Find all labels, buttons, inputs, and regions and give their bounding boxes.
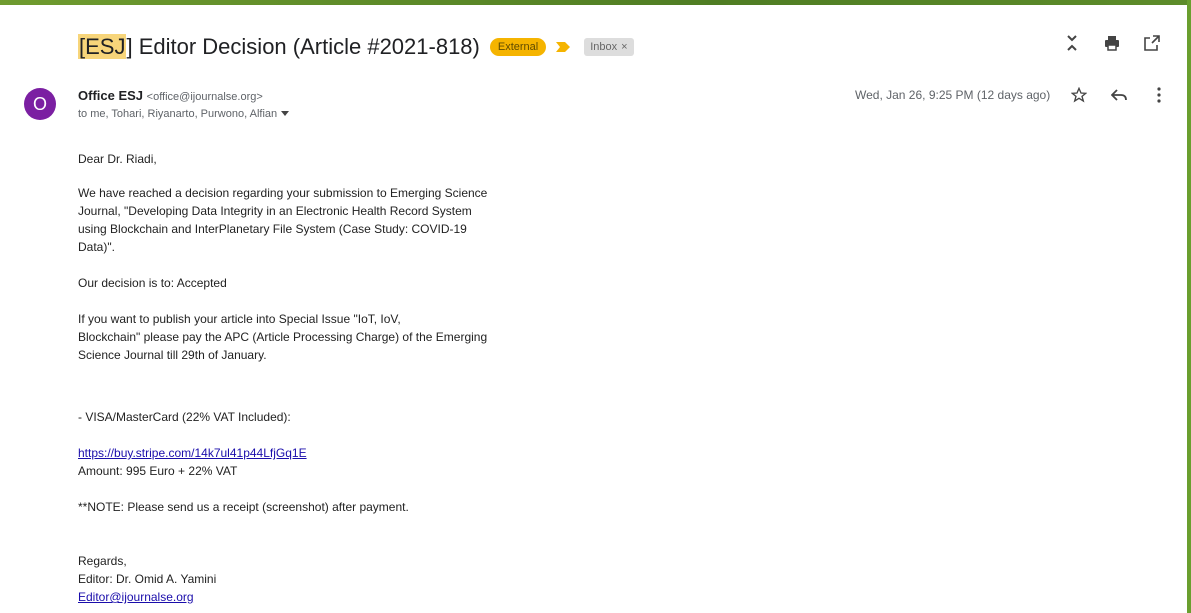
- body-line: Journal, "Developing Data Integrity in a…: [78, 204, 472, 218]
- sender-name[interactable]: Office ESJ: [78, 88, 143, 103]
- editor-line: Editor: Dr. Omid A. Yamini: [78, 572, 217, 586]
- message-body: Dear Dr. Riadi, We have reached a decisi…: [78, 150, 538, 606]
- star-icon[interactable]: [1070, 86, 1088, 104]
- sender-line: Office ESJ <office@ijournalse.org>: [78, 88, 263, 103]
- chevron-down-icon[interactable]: [281, 111, 290, 117]
- recipients-text: to me, Tohari, Riyanarto, Purwono, Alfia…: [78, 108, 278, 120]
- external-label[interactable]: External: [489, 38, 547, 56]
- subject-text: ] Editor Decision (Article #2021-818): [126, 34, 480, 59]
- message-date: Wed, Jan 26, 9:25 PM (12 days ago): [855, 88, 1051, 102]
- email-subject: [ESJ] Editor Decision (Article #2021-818…: [78, 34, 480, 60]
- recipients-line[interactable]: to me, Tohari, Riyanarto, Purwono, Alfia…: [78, 108, 290, 120]
- more-options-icon[interactable]: [1150, 86, 1168, 104]
- sender-avatar[interactable]: O: [24, 88, 56, 120]
- body-line: Blockchain" please pay the APC (Article …: [78, 330, 488, 344]
- reply-icon[interactable]: [1110, 86, 1128, 104]
- amount-line: Amount: 995 Euro + 22% VAT: [78, 464, 238, 478]
- subject-row: [ESJ] Editor Decision (Article #2021-818…: [78, 30, 634, 64]
- thread-actions: [1063, 34, 1161, 52]
- print-icon[interactable]: [1103, 34, 1121, 52]
- subject-highlight: [ESJ: [78, 34, 127, 59]
- remove-label-icon[interactable]: ×: [621, 40, 627, 54]
- inbox-label-text: Inbox: [590, 41, 618, 53]
- message-actions: [1070, 86, 1168, 104]
- body-line: using Blockchain and InterPlanetary File…: [78, 222, 467, 236]
- body-line: If you want to publish your article into…: [78, 312, 401, 326]
- regards-line: Regards,: [78, 554, 127, 568]
- decision-line: Our decision is to: Accepted: [78, 276, 227, 290]
- body-line: Data)".: [78, 240, 115, 254]
- body-line: We have reached a decision regarding you…: [78, 186, 488, 200]
- editor-email-link[interactable]: Editor@ijournalse.org: [78, 590, 194, 604]
- greeting: Dear Dr. Riadi,: [78, 152, 157, 166]
- importance-marker-icon[interactable]: [556, 42, 571, 52]
- open-in-new-window-icon[interactable]: [1143, 34, 1161, 52]
- subject-prefix: ESJ: [85, 34, 126, 59]
- inbox-label[interactable]: Inbox ×: [584, 38, 634, 56]
- sender-email: <office@ijournalse.org>: [146, 91, 263, 103]
- window-right-border: [1187, 0, 1191, 613]
- collapse-all-icon[interactable]: [1063, 34, 1081, 52]
- note-line: **NOTE: Please send us a receipt (screen…: [78, 500, 409, 514]
- payment-link[interactable]: https://buy.stripe.com/14k7ul41p44LfjGq1…: [78, 446, 307, 460]
- body-line: Science Journal till 29th of January.: [78, 348, 267, 362]
- window-top-border: [0, 0, 1191, 5]
- payment-method: - VISA/MasterCard (22% VAT Included):: [78, 410, 291, 424]
